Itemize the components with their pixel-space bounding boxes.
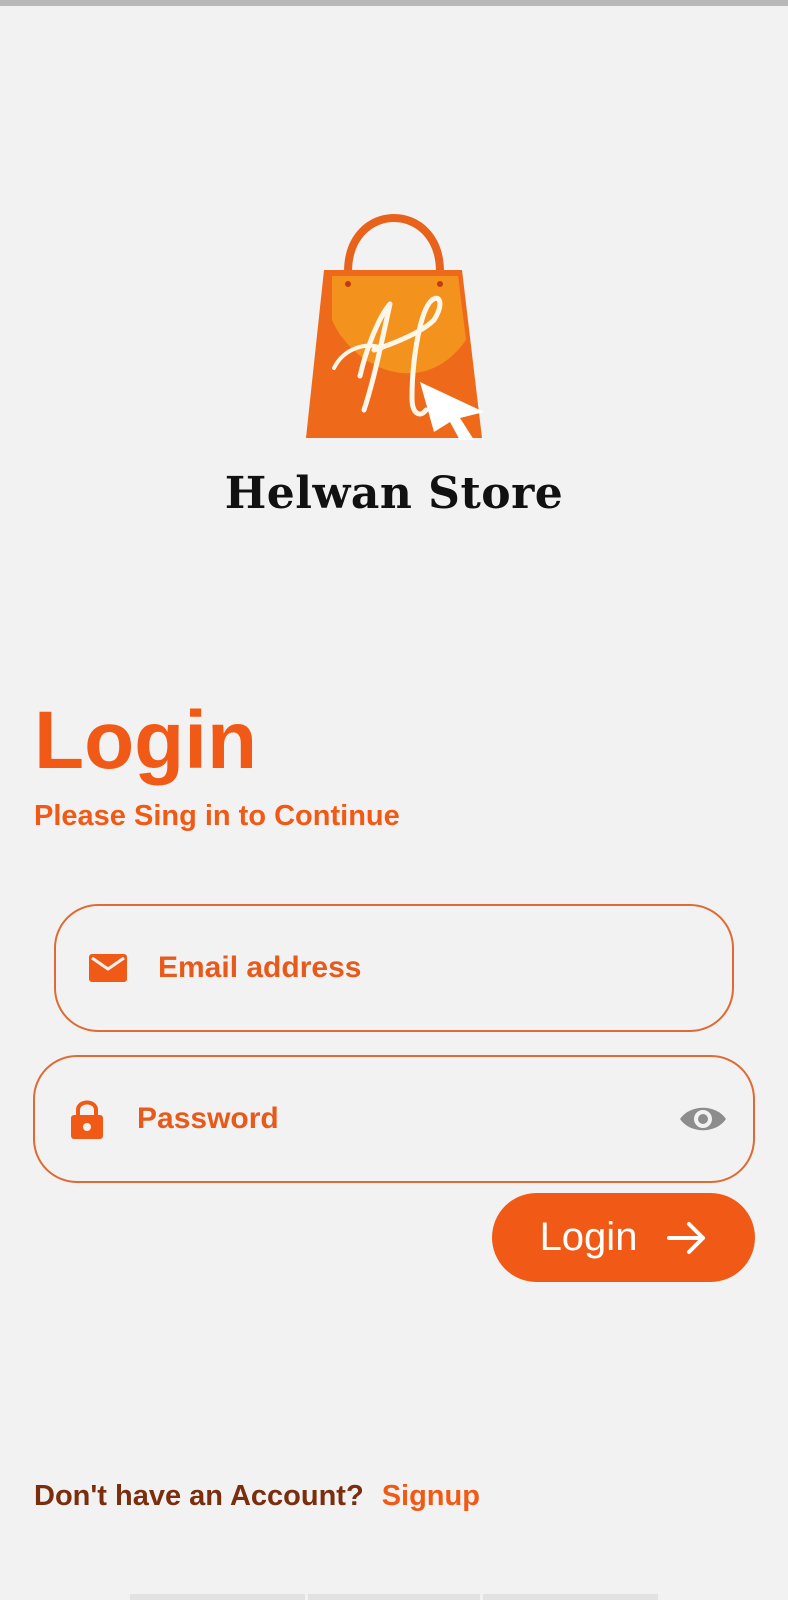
mail-icon bbox=[88, 948, 128, 988]
page-subtitle: Please Sing in to Continue bbox=[34, 800, 400, 832]
signup-prompt: Don't have an Account? Signup bbox=[34, 1480, 480, 1513]
password-field[interactable] bbox=[33, 1055, 755, 1183]
page-title: Login bbox=[34, 695, 258, 786]
password-input[interactable] bbox=[135, 1088, 677, 1150]
signup-question: Don't have an Account? bbox=[34, 1480, 364, 1512]
nav-handle-segment bbox=[483, 1594, 658, 1600]
arrow-right-icon bbox=[667, 1221, 707, 1255]
email-field[interactable] bbox=[54, 904, 734, 1032]
signup-link[interactable]: Signup bbox=[382, 1480, 480, 1512]
shopping-bag-icon bbox=[306, 214, 484, 440]
brand-logo bbox=[0, 200, 788, 440]
nav-handle-segment bbox=[308, 1594, 480, 1600]
eye-icon[interactable] bbox=[677, 1093, 729, 1145]
login-button-label: Login bbox=[539, 1215, 638, 1259]
email-input[interactable] bbox=[156, 937, 732, 999]
lock-icon bbox=[67, 1099, 107, 1139]
brand-name: Helwan Store bbox=[224, 468, 564, 519]
nav-handle-segment bbox=[130, 1594, 305, 1600]
status-bar bbox=[0, 0, 788, 6]
login-button[interactable]: Login bbox=[492, 1193, 755, 1282]
